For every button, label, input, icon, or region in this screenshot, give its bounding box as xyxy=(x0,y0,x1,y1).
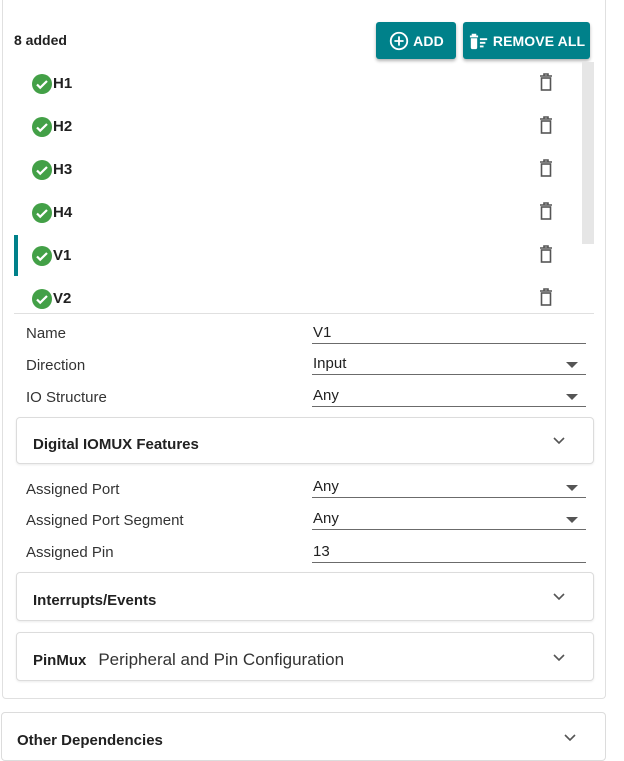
pin-row-v2[interactable]: V2 xyxy=(14,277,580,312)
pin-row-h4[interactable]: H4 xyxy=(14,191,580,234)
list-divider xyxy=(14,313,594,314)
pinmux-title: PinMux xyxy=(33,652,87,669)
chevron-down-icon[interactable] xyxy=(553,437,565,445)
assigned-port-segment-label: Assigned Port Segment xyxy=(26,512,184,529)
io-structure-value: Any xyxy=(313,387,339,404)
io-structure-label: IO Structure xyxy=(26,389,107,406)
io-structure-select[interactable]: Any xyxy=(312,385,586,407)
assigned-pin-label: Assigned Pin xyxy=(26,544,114,561)
check-circle-icon xyxy=(32,74,52,94)
direction-select[interactable]: Input xyxy=(312,353,586,375)
assigned-port-value: Any xyxy=(313,478,339,495)
pinmux-section[interactable]: PinMux Peripheral and Pin Configuration xyxy=(16,632,594,681)
trash-icon[interactable] xyxy=(539,245,553,263)
dropdown-arrow-icon xyxy=(566,394,578,400)
pin-name: V2 xyxy=(53,290,72,307)
assigned-port-select[interactable]: Any xyxy=(312,476,586,498)
name-input[interactable]: V1 xyxy=(312,322,586,344)
chevron-down-icon[interactable] xyxy=(553,654,565,662)
dropdown-arrow-icon xyxy=(566,517,578,523)
chevron-down-icon[interactable] xyxy=(553,593,565,601)
section-title: PinMux Peripheral and Pin Configuration xyxy=(33,650,344,670)
pin-list: H1 H2 H3 H4 V1 V2 xyxy=(14,62,580,312)
direction-label: Direction xyxy=(26,357,86,374)
list-scrollbar[interactable] xyxy=(582,62,594,244)
pin-row-h2[interactable]: H2 xyxy=(14,105,580,148)
trash-icon[interactable] xyxy=(539,116,553,134)
name-label: Name xyxy=(26,325,67,342)
selected-indicator xyxy=(14,235,18,276)
pinmux-subtitle: Peripheral and Pin Configuration xyxy=(98,650,345,669)
trash-icon[interactable] xyxy=(539,159,553,177)
check-circle-icon xyxy=(32,246,52,266)
dropdown-arrow-icon xyxy=(566,362,578,368)
remove-all-button[interactable]: REMOVE ALL xyxy=(463,22,590,59)
pin-name: H3 xyxy=(53,161,73,178)
trash-icon[interactable] xyxy=(539,202,553,220)
assigned-pin-input[interactable]: 13 xyxy=(312,541,586,563)
assigned-port-label: Assigned Port xyxy=(26,481,120,498)
delete-sweep-icon xyxy=(469,33,488,49)
pin-name: H1 xyxy=(53,75,73,92)
section-title: Digital IOMUX Features xyxy=(33,436,199,453)
add-button-label: ADD xyxy=(413,32,444,49)
pin-row-h3[interactable]: H3 xyxy=(14,148,580,191)
pin-name: H2 xyxy=(53,118,73,135)
digital-iomux-section[interactable]: Digital IOMUX Features xyxy=(16,417,594,464)
chevron-down-icon[interactable] xyxy=(564,734,576,742)
check-circle-icon xyxy=(32,117,52,137)
name-value: V1 xyxy=(313,324,332,341)
check-circle-icon xyxy=(32,289,52,309)
assigned-port-segment-value: Any xyxy=(313,510,339,527)
other-dependencies-section[interactable]: Other Dependencies xyxy=(1,712,606,761)
interrupts-events-section[interactable]: Interrupts/Events xyxy=(16,572,594,621)
assigned-port-segment-select[interactable]: Any xyxy=(312,508,586,530)
check-circle-icon xyxy=(32,203,52,223)
remove-all-button-label: REMOVE ALL xyxy=(492,32,586,49)
check-circle-icon xyxy=(32,160,52,180)
added-count: 8 added xyxy=(14,32,67,48)
dropdown-arrow-icon xyxy=(566,485,578,491)
pin-name: H4 xyxy=(53,204,73,221)
pin-row-h1[interactable]: H1 xyxy=(14,62,580,105)
trash-icon[interactable] xyxy=(539,73,553,91)
plus-circle-icon xyxy=(390,31,409,50)
direction-value: Input xyxy=(313,355,347,372)
assigned-pin-value: 13 xyxy=(313,543,330,560)
pin-name: V1 xyxy=(53,247,72,264)
trash-icon[interactable] xyxy=(539,288,553,306)
section-title: Interrupts/Events xyxy=(33,592,157,609)
pin-row-v1[interactable]: V1 xyxy=(14,234,580,277)
add-button[interactable]: ADD xyxy=(376,22,456,59)
section-title: Other Dependencies xyxy=(17,732,163,749)
